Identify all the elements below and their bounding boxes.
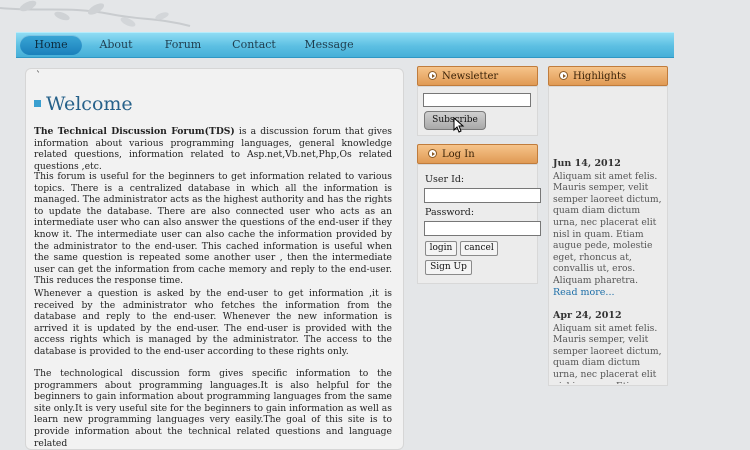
userid-label: User Id: [425,174,465,185]
highlight-text: Aliquam sit amet felis. Mauris semper, v… [553,170,662,286]
nav-contact[interactable]: Contact [228,35,280,55]
nav-about[interactable]: About [92,35,140,55]
login-button[interactable]: login [425,241,457,256]
highlight-text: Aliquam sit amet felis. Mauris semper, v… [553,322,662,384]
stray-mark: ` [36,71,41,82]
intro-bold-text: The Technical Discussion Forum(TDS) [34,126,235,137]
main-content-panel: ` Welcome The Technical Discussion Forum… [25,68,404,450]
newsletter-title: Newsletter [442,71,499,82]
userid-input[interactable] [424,188,541,203]
page-title-text: Welcome [46,93,133,115]
title-bullet-icon [34,99,41,107]
paragraph-2: This forum is useful for the beginners t… [34,171,392,287]
read-more-link[interactable]: Read more... [553,287,665,299]
highlight-item: Apr 24, 2012 Aliquam sit amet felis. Mau… [553,310,665,384]
newsletter-header: Newsletter [417,66,538,86]
password-input[interactable] [424,221,541,236]
highlights-header: Highlights [548,66,668,86]
highlights-title: Highlights [573,71,627,82]
paragraph-3: Whenever a question is asked by the end-… [34,288,392,357]
bullet-arrow-icon [428,71,437,80]
mouse-cursor-icon [453,117,465,133]
password-label: Password: [425,207,475,218]
bullet-arrow-icon [559,71,568,80]
intro-paragraph: The Technical Discussion Forum(TDS) is a… [34,126,392,172]
bullet-arrow-icon [428,149,437,158]
newsletter-email-input[interactable] [423,93,531,107]
highlight-date: Apr 24, 2012 [553,310,622,321]
signup-button[interactable]: Sign Up [425,260,472,275]
main-navigation: Home About Forum Contact Message [16,32,674,58]
highlight-date: Jun 14, 2012 [553,158,621,169]
nav-forum[interactable]: Forum [158,35,208,55]
cancel-button[interactable]: cancel [460,241,498,256]
page-title: Welcome [34,93,133,115]
nav-message[interactable]: Message [302,35,356,55]
login-header: Log In [417,144,538,164]
highlight-item: Jun 14, 2012 Aliquam sit amet felis. Mau… [553,158,665,298]
nav-home[interactable]: Home [20,35,82,55]
login-title: Log In [442,149,475,160]
